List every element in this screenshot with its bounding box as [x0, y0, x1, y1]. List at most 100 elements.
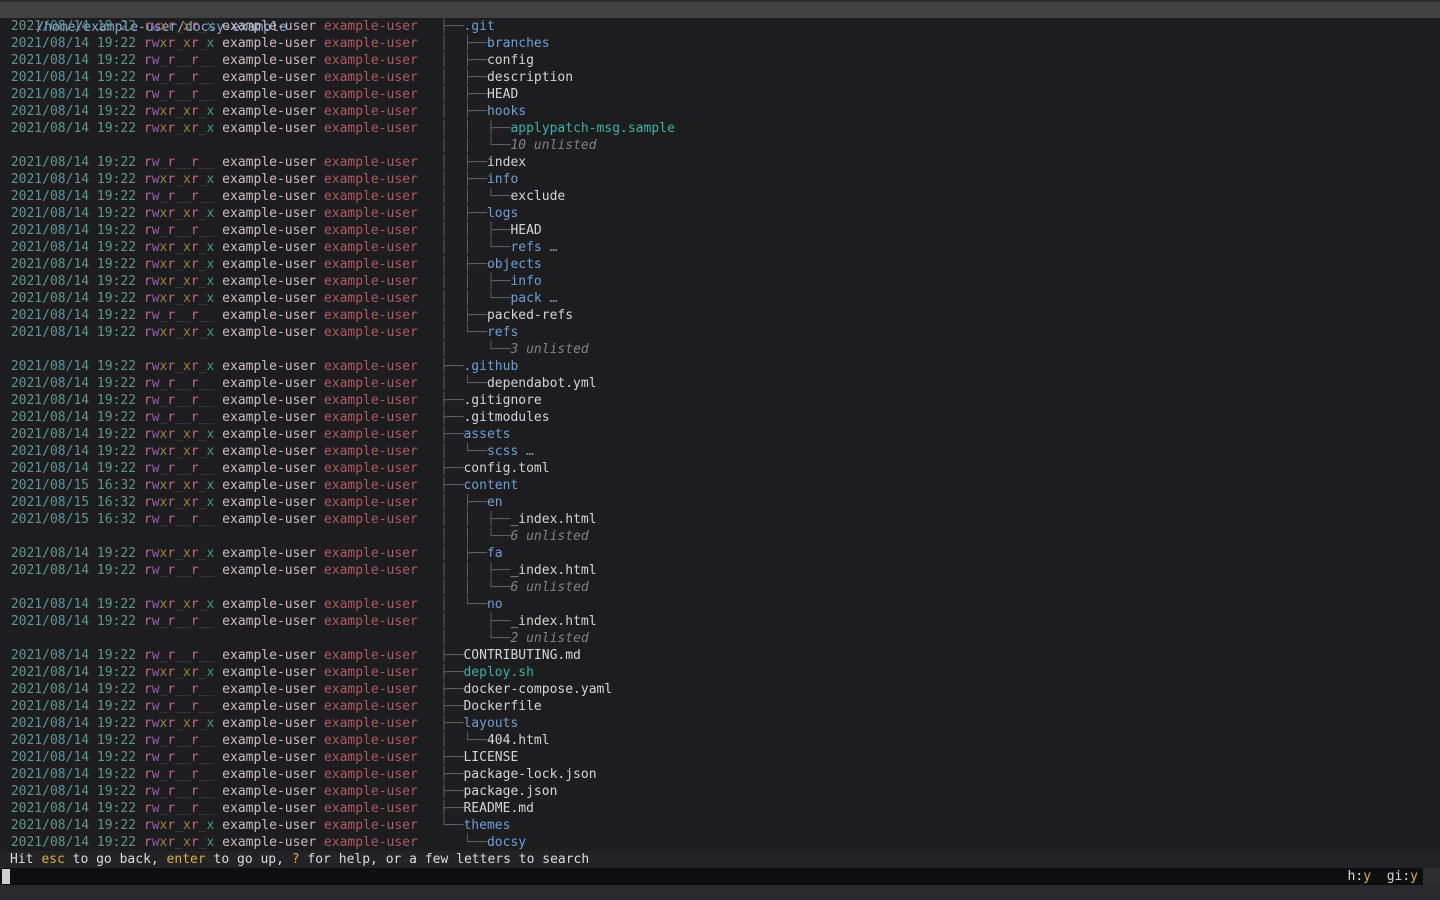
- file-permissions: rwxr_xr_x: [144, 597, 214, 612]
- file-metadata: 2021/08/14 19:22 rwxr_xr_x example-user …: [3, 120, 418, 137]
- file-entry[interactable]: .gitignore: [463, 393, 541, 408]
- directory-entry[interactable]: objects: [487, 257, 542, 272]
- directory-entry[interactable]: layouts: [463, 716, 518, 731]
- file-permissions: rw_r__r__: [144, 801, 214, 816]
- file-entry[interactable]: Dockerfile: [463, 699, 541, 714]
- file-owner: example-user: [214, 189, 316, 204]
- tree-row: 2021/08/14 19:22 rw_r__r__ example-user …: [0, 52, 1440, 69]
- file-permissions: rw_r__r__: [144, 512, 214, 527]
- branch-lines: ├──: [440, 410, 463, 425]
- directory-entry[interactable]: content: [463, 478, 518, 493]
- file-permissions: rw_r__r__: [144, 699, 214, 714]
- executable-entry[interactable]: applypatch-msg.sample: [510, 121, 674, 136]
- directory-entry[interactable]: no: [487, 597, 503, 612]
- directory-entry[interactable]: info: [510, 274, 541, 289]
- file-entry[interactable]: HEAD: [510, 223, 541, 238]
- file-metadata: 2021/08/14 19:22 rwxr_xr_x example-user …: [3, 443, 418, 460]
- file-date: 2021/08/14 19:22: [3, 682, 144, 697]
- file-entry[interactable]: docker-compose.yaml: [463, 682, 612, 697]
- file-entry[interactable]: dependabot.yml: [487, 376, 597, 391]
- tree-row: 2021/08/14 19:22 rwxr_xr_x example-user …: [0, 120, 1440, 137]
- file-date: 2021/08/14 19:22: [3, 291, 144, 306]
- directory-entry[interactable]: refs: [487, 325, 518, 340]
- file-date: 2021/08/14 19:22: [3, 801, 144, 816]
- file-group: example-user: [316, 325, 418, 340]
- file-entry[interactable]: LICENSE: [463, 750, 518, 765]
- file-permissions: rwxr_xr_x: [144, 240, 214, 255]
- branch-lines: │ │ ├──: [440, 274, 510, 289]
- file-metadata: 2021/08/14 19:22 rwxr_xr_x example-user …: [3, 35, 418, 52]
- truncated-ellipsis: …: [542, 240, 558, 255]
- file-metadata: 2021/08/14 19:22 rw_r__r__ example-user …: [3, 69, 418, 86]
- directory-entry[interactable]: logs: [487, 206, 518, 221]
- directory-entry[interactable]: scss: [487, 444, 518, 459]
- file-owner: example-user: [214, 614, 316, 629]
- file-entry[interactable]: packed-refs: [487, 308, 573, 323]
- file-entry[interactable]: package-lock.json: [463, 767, 596, 782]
- file-date: 2021/08/14 19:22: [3, 767, 144, 782]
- file-permissions: rwxr_xr_x: [144, 359, 214, 374]
- directory-entry[interactable]: hooks: [487, 104, 526, 119]
- branch-lines: │ │ └──: [440, 291, 510, 306]
- file-owner: example-user: [214, 19, 316, 34]
- directory-entry[interactable]: themes: [463, 818, 510, 833]
- file-date: 2021/08/14 19:22: [3, 444, 144, 459]
- executable-entry[interactable]: deploy.sh: [463, 665, 533, 680]
- file-group: example-user: [316, 512, 418, 527]
- tree-row: 2021/08/14 19:22 rwxr_xr_x example-user …: [0, 596, 1440, 613]
- branch-lines: │ ├──: [440, 36, 487, 51]
- branch-lines: │ │ └──: [440, 529, 510, 544]
- branch-lines: │ ├──: [440, 172, 487, 187]
- file-date: 2021/08/14 19:22: [3, 206, 144, 221]
- file-metadata: 2021/08/14 19:22 rwxr_xr_x example-user …: [3, 171, 418, 188]
- key-hint: esc: [41, 852, 64, 867]
- file-entry[interactable]: .gitmodules: [463, 410, 549, 425]
- file-permissions: rw_r__r__: [144, 87, 214, 102]
- file-entry[interactable]: README.md: [463, 801, 533, 816]
- file-entry[interactable]: description: [487, 70, 573, 85]
- file-entry[interactable]: _index.html: [510, 512, 596, 527]
- directory-entry[interactable]: info: [487, 172, 518, 187]
- file-entry[interactable]: HEAD: [487, 87, 518, 102]
- file-entry[interactable]: 404.html: [487, 733, 550, 748]
- directory-entry[interactable]: docsy: [487, 835, 526, 850]
- search-input-bar[interactable]: h:y gi:y: [0, 868, 1440, 885]
- file-entry[interactable]: index: [487, 155, 526, 170]
- tree-row: 2021/08/14 19:22 rw_r__r__ example-user …: [0, 222, 1440, 239]
- tree-row: 2021/08/14 19:22 rw_r__r__ example-user …: [0, 783, 1440, 800]
- file-owner: example-user: [214, 325, 316, 340]
- file-group: example-user: [316, 172, 418, 187]
- branch-lines: │ ├──: [440, 546, 487, 561]
- file-entry[interactable]: CONTRIBUTING.md: [463, 648, 580, 663]
- branch-lines: ├──: [440, 784, 463, 799]
- file-entry[interactable]: config.toml: [463, 461, 549, 476]
- file-entry[interactable]: _index.html: [510, 563, 596, 578]
- file-entry[interactable]: config: [487, 53, 534, 68]
- directory-entry[interactable]: en: [487, 495, 503, 510]
- tree-cell: │ └──404.html: [440, 732, 550, 749]
- file-date: 2021/08/14 19:22: [3, 461, 144, 476]
- tree-cell: ├──assets: [440, 426, 510, 443]
- file-owner: example-user: [214, 733, 316, 748]
- directory-entry[interactable]: fa: [487, 546, 503, 561]
- tree-cell: ├──package.json: [440, 783, 557, 800]
- file-group: example-user: [316, 104, 418, 119]
- tree-cell: │ │ ├──_index.html: [440, 562, 597, 579]
- directory-entry[interactable]: .github: [463, 359, 518, 374]
- directory-entry[interactable]: assets: [463, 427, 510, 442]
- file-metadata: 2021/08/14 19:22 rwxr_xr_x example-user …: [3, 324, 418, 341]
- file-permissions: rwxr_xr_x: [144, 19, 214, 34]
- file-entry[interactable]: _index.html: [510, 614, 596, 629]
- directory-entry[interactable]: branches: [487, 36, 550, 51]
- file-owner: example-user: [214, 461, 316, 476]
- file-entry[interactable]: exclude: [510, 189, 565, 204]
- file-group: example-user: [316, 70, 418, 85]
- directory-entry[interactable]: refs: [510, 240, 541, 255]
- file-entry[interactable]: package.json: [463, 784, 557, 799]
- branch-lines: │ │ ├──: [440, 563, 510, 578]
- tree-row: 2021/08/14 19:22 rw_r__r__ example-user …: [0, 460, 1440, 477]
- directory-entry[interactable]: .git: [463, 19, 494, 34]
- file-date: 2021/08/14 19:22: [3, 563, 144, 578]
- directory-entry[interactable]: pack: [510, 291, 541, 306]
- file-metadata: 2021/08/14 19:22 rw_r__r__ example-user …: [3, 52, 418, 69]
